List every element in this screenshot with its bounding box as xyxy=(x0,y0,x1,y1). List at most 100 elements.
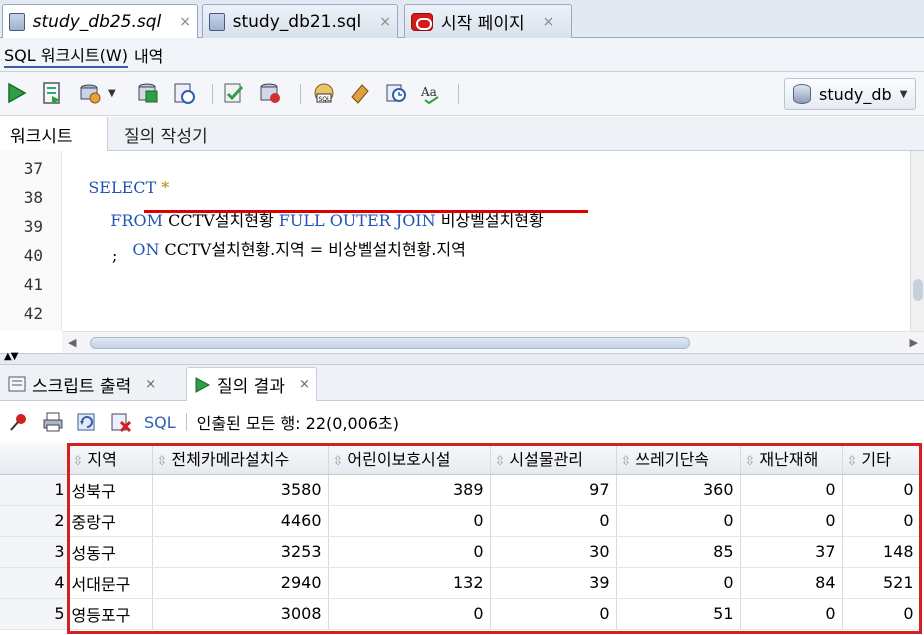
column-header[interactable]: ⇳ 어린이보호시설 xyxy=(328,443,491,475)
scroll-right-icon[interactable]: ▶ xyxy=(910,336,918,349)
tab-query-builder[interactable]: 질의 작성기 xyxy=(114,117,218,151)
close-icon[interactable]: × xyxy=(299,377,310,392)
editor-vertical-scrollbar[interactable] xyxy=(910,151,924,331)
column-header[interactable]: ⇳ 재난재해 xyxy=(740,443,843,475)
sql-editor[interactable]: 37 38 39 40 41 42 SELECT * FROM CCTV설치현황… xyxy=(0,151,924,353)
tab-sql-worksheet[interactable]: SQL 워크시트(W) xyxy=(4,42,128,68)
table-cell[interactable]: 3253 xyxy=(152,536,329,568)
sort-icon: ⇳ xyxy=(494,454,506,470)
scroll-thumb[interactable] xyxy=(913,279,923,301)
table-cell[interactable]: 0 xyxy=(328,505,491,537)
sql-history-icon[interactable] xyxy=(384,81,408,105)
chevron-down-icon[interactable]: ▼ xyxy=(108,88,124,112)
sql-link[interactable]: SQL xyxy=(144,413,176,432)
table-cell[interactable]: 132 xyxy=(328,567,491,599)
table-cell[interactable]: 37 xyxy=(740,536,843,568)
tab-script-output[interactable]: 스크립트 출력 × xyxy=(2,367,162,401)
toolbar-separator xyxy=(458,84,459,104)
table-row[interactable]: 3 성동구 3253 0 30 85 37 148 xyxy=(0,536,921,568)
column-header[interactable]: ⇳ 기타 xyxy=(842,443,921,475)
run-script-icon[interactable] xyxy=(40,81,64,105)
column-header[interactable]: ⇳ 쓰레기단속 xyxy=(616,443,741,475)
table-cell[interactable]: 2940 xyxy=(152,567,329,599)
print-icon[interactable] xyxy=(42,411,64,433)
unshared-sql-icon[interactable] xyxy=(258,81,282,105)
column-header[interactable]: ⇳ 전체카메라설치수 xyxy=(152,443,329,475)
table-cell[interactable]: 4460 xyxy=(152,505,329,537)
table-cell[interactable]: 39 xyxy=(490,567,617,599)
close-icon[interactable]: × xyxy=(145,377,156,392)
table-cell[interactable]: 30 xyxy=(490,536,617,568)
table-cell[interactable]: 서대문구 xyxy=(68,567,153,599)
scroll-thumb[interactable] xyxy=(90,337,690,349)
query-result-grid[interactable]: ⇳ 지역 ⇳ 전체카메라설치수 ⇳ 어린이보호시설 ⇳ 시설물관리 ⇳ 쓰레기단속 ⇳ 재난… xyxy=(0,443,924,635)
table-cell[interactable]: 51 xyxy=(616,598,741,630)
refresh-icon[interactable] xyxy=(76,411,98,433)
table-cell[interactable]: 0 xyxy=(328,536,491,568)
table-cell[interactable]: 97 xyxy=(490,474,617,506)
table-cell[interactable]: 성북구 xyxy=(68,474,153,506)
table-cell[interactable]: 389 xyxy=(328,474,491,506)
sort-icon: ⇳ xyxy=(846,454,858,470)
format-text-icon[interactable]: Aa xyxy=(420,81,444,105)
pane-splitter[interactable]: ▲▼ xyxy=(0,351,924,365)
close-icon[interactable]: × xyxy=(379,14,391,30)
sql-tuning-icon[interactable]: SQL xyxy=(312,81,336,105)
table-cell[interactable]: 521 xyxy=(842,567,921,599)
table-cell[interactable]: 84 xyxy=(740,567,843,599)
editor-horizontal-scrollbar[interactable]: ◀ ▶ xyxy=(62,331,924,353)
splitter-arrows-icon[interactable]: ▲▼ xyxy=(4,351,18,362)
tab-worksheet[interactable]: 워크시트 xyxy=(0,117,108,151)
close-icon[interactable]: × xyxy=(179,14,191,30)
table-cell[interactable]: 3008 xyxy=(152,598,329,630)
pin-icon[interactable] xyxy=(8,411,30,433)
commit-icon[interactable] xyxy=(136,81,160,105)
line-number: 37 xyxy=(23,159,43,178)
column-header[interactable]: ⇳ 지역 xyxy=(68,443,153,475)
table-cell[interactable]: 0 xyxy=(490,505,617,537)
line-number: 40 xyxy=(23,246,43,265)
table-cell[interactable]: 0 xyxy=(616,505,741,537)
table-cell[interactable]: 0 xyxy=(740,474,843,506)
table-row[interactable]: 1 성북구 3580 389 97 360 0 0 xyxy=(0,474,921,506)
table-cell[interactable]: 0 xyxy=(842,474,921,506)
table-cell[interactable]: 0 xyxy=(616,567,741,599)
doc-tab-start-page[interactable]: 시작 페이지 × xyxy=(404,4,572,38)
table-cell[interactable]: 0 xyxy=(842,505,921,537)
table-cell[interactable]: 성동구 xyxy=(68,536,153,568)
row-number-header xyxy=(0,443,69,475)
sql-file-icon xyxy=(9,13,25,31)
clear-eraser-icon[interactable] xyxy=(348,81,372,105)
autotrace-icon[interactable] xyxy=(78,81,102,105)
row-number: 4 xyxy=(0,567,69,599)
rollback-icon[interactable] xyxy=(172,81,196,105)
doc-tab-study-db25[interactable]: study_db25.sql × xyxy=(2,4,198,39)
explain-plan-icon[interactable] xyxy=(222,81,246,105)
table-cell[interactable]: 영등포구 xyxy=(68,598,153,630)
connection-select[interactable]: study_db ▼ xyxy=(784,78,916,110)
table-cell[interactable]: 0 xyxy=(740,598,843,630)
table-cell[interactable]: 0 xyxy=(490,598,617,630)
table-cell[interactable]: 148 xyxy=(842,536,921,568)
table-cell[interactable]: 0 xyxy=(328,598,491,630)
run-statement-icon[interactable] xyxy=(4,81,28,105)
table-row[interactable]: 2 중랑구 4460 0 0 0 0 0 xyxy=(0,505,921,537)
tab-query-result[interactable]: 질의 결과 × xyxy=(186,367,317,401)
table-cell[interactable]: 0 xyxy=(842,598,921,630)
table-cell[interactable]: 3580 xyxy=(152,474,329,506)
table-cell[interactable]: 중랑구 xyxy=(68,505,153,537)
table-cell[interactable]: 0 xyxy=(740,505,843,537)
cancel-query-icon[interactable] xyxy=(110,411,132,433)
table-row[interactable]: 5 영등포구 3008 0 0 51 0 0 xyxy=(0,598,921,630)
sort-icon: ⇳ xyxy=(156,454,168,470)
tab-history[interactable]: 내역 xyxy=(134,43,163,67)
table-cell[interactable]: 85 xyxy=(616,536,741,568)
result-toolbar: SQL 인출된 모든 행: 22(0,006초) xyxy=(0,401,924,443)
close-icon[interactable]: × xyxy=(543,14,555,30)
column-header[interactable]: ⇳ 시설물관리 xyxy=(490,443,617,475)
scroll-left-icon[interactable]: ◀ xyxy=(68,336,76,349)
doc-tab-study-db21[interactable]: study_db21.sql × xyxy=(202,4,398,38)
table-row[interactable]: 4 서대문구 2940 132 39 0 84 521 xyxy=(0,567,921,599)
sql-text: CCTV설치현황.지역 = 비상벨설치현황.지역 xyxy=(159,240,466,259)
table-cell[interactable]: 360 xyxy=(616,474,741,506)
